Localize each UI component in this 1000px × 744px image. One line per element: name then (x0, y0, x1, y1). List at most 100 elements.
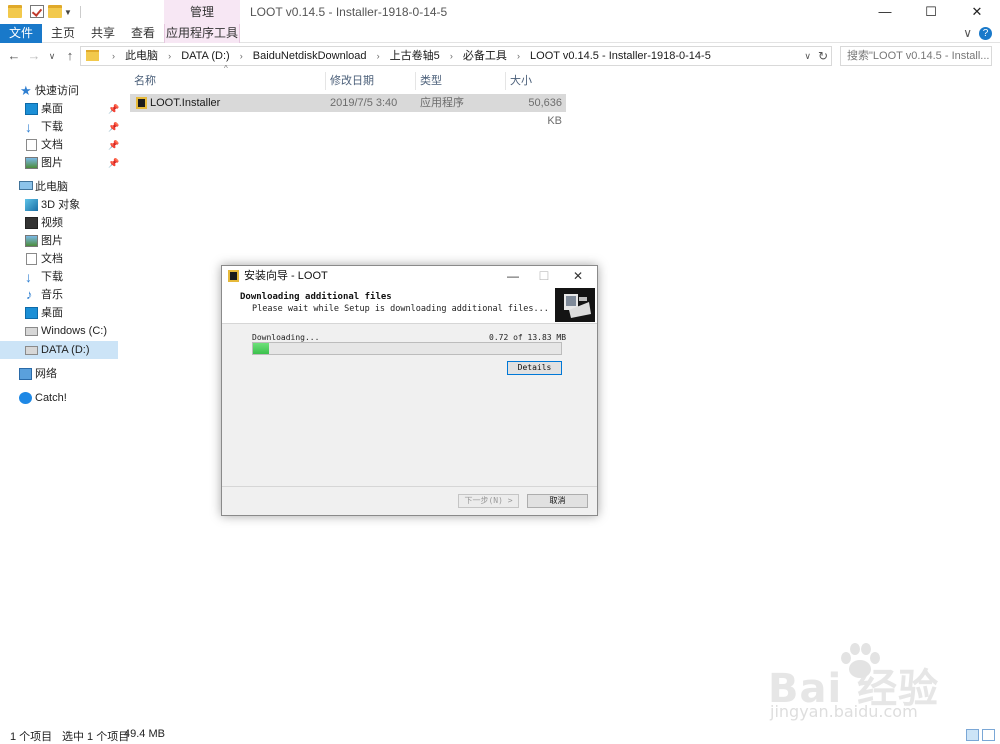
window-title: LOOT v0.14.5 - Installer-1918-0-14-5 (250, 5, 448, 19)
next-button[interactable]: 下一步(N) > (458, 494, 519, 508)
sidebar-item-downloads[interactable]: ↓ 下载 📌 (0, 118, 119, 136)
dialog-subheading: Please wait while Setup is downloading a… (252, 304, 549, 314)
properties-icon[interactable] (30, 5, 44, 18)
breadcrumb-item[interactable]: 必备工具 (463, 50, 507, 62)
cancel-button[interactable]: 取消 (527, 494, 588, 508)
drive-icon (25, 346, 38, 355)
pin-icon[interactable]: 📌 (108, 100, 119, 118)
sidebar-item-label: 快速访问 (35, 85, 79, 97)
column-header-date[interactable]: 修改日期 (326, 72, 416, 90)
column-header-name[interactable]: 名称 (130, 72, 326, 90)
pin-icon[interactable]: 📌 (108, 154, 119, 172)
sidebar-item-desktop[interactable]: 桌面 📌 (0, 100, 119, 118)
sidebar-item-documents-pc[interactable]: 文档 (0, 250, 118, 268)
refresh-icon[interactable]: ↻ (818, 47, 828, 65)
sidebar-item-videos[interactable]: 视频 (0, 214, 118, 232)
pin-icon[interactable]: 📌 (108, 136, 119, 154)
sidebar-item-label: 文档 (41, 139, 63, 151)
picture-icon (25, 157, 38, 169)
sidebar-item-pictures-pc[interactable]: 图片 (0, 232, 118, 250)
contextual-tab-group-manage: 管理 (164, 0, 240, 24)
breadcrumb-item[interactable]: BaiduNetdiskDownload (253, 50, 367, 62)
column-header-size[interactable]: 大小 (506, 72, 566, 90)
forward-button[interactable]: → (26, 47, 42, 65)
sidebar-item-label: 下载 (41, 121, 63, 133)
sidebar-item-network[interactable]: 网络 (0, 365, 118, 383)
dialog-close-button[interactable]: ✕ (563, 266, 593, 286)
customize-quick-access-icon[interactable]: ▼ (64, 8, 72, 17)
expand-ribbon-icon[interactable]: ∨ (963, 26, 972, 40)
dialog-header: Downloading additional files Please wait… (222, 286, 597, 324)
recent-locations-button[interactable]: ∨ (44, 47, 60, 65)
address-dropdown-icon[interactable]: ∨ (804, 47, 811, 65)
download-progress-fill (253, 343, 270, 354)
baidu-paw-icon (841, 643, 880, 678)
breadcrumb: › 此电脑 › DATA (D:) › BaiduNetdiskDownload… (105, 47, 711, 65)
video-icon (25, 217, 38, 229)
tab-application-tools[interactable]: 应用程序工具 (164, 24, 240, 43)
breadcrumb-item[interactable]: 此电脑 (125, 50, 158, 62)
tab-file[interactable]: 文件 (0, 24, 42, 43)
sidebar-item-label: DATA (D:) (41, 344, 90, 356)
sidebar-item-windows-c[interactable]: Windows (C:) (0, 322, 118, 340)
3d-objects-icon (25, 199, 38, 211)
network-icon (19, 368, 32, 380)
download-status: Downloading... (252, 333, 320, 342)
setup-wizard-dialog: 安装向导 - LOOT — ☐ ✕ Downloading additional… (221, 265, 598, 516)
setup-computer-icon (555, 288, 595, 322)
address-bar[interactable]: › 此电脑 › DATA (D:) › BaiduNetdiskDownload… (80, 46, 832, 66)
up-button[interactable]: ↑ (62, 47, 78, 65)
details-view-icon[interactable] (966, 729, 979, 741)
catch-icon (19, 392, 32, 404)
folder-icon (8, 5, 22, 18)
maximize-button[interactable]: ☐ (908, 0, 954, 24)
breadcrumb-item[interactable]: LOOT v0.14.5 - Installer-1918-0-14-5 (530, 50, 711, 62)
minimize-button[interactable]: — (862, 0, 908, 24)
breadcrumb-item[interactable]: 上古卷轴5 (390, 50, 440, 62)
back-button[interactable]: ← (6, 47, 22, 65)
new-folder-icon[interactable] (48, 5, 62, 18)
sidebar-item-label: 下载 (41, 271, 63, 283)
tab-share[interactable]: 共享 (88, 24, 118, 43)
sidebar-item-label: 视频 (41, 217, 63, 229)
sidebar-item-label: 桌面 (41, 103, 63, 115)
sidebar-item-data-d[interactable]: DATA (D:) (0, 341, 118, 359)
sidebar-item-3d-objects[interactable]: 3D 对象 (0, 196, 118, 214)
dialog-heading: Downloading additional files (240, 292, 392, 302)
file-name: LOOT.Installer (150, 97, 221, 109)
sidebar-item-catch[interactable]: Catch! (0, 389, 118, 407)
tab-view[interactable]: 查看 (128, 24, 158, 43)
sidebar-item-label: 文档 (41, 253, 63, 265)
large-icons-view-icon[interactable] (982, 729, 995, 741)
dialog-maximize-button[interactable]: ☐ (529, 266, 559, 286)
details-button[interactable]: Details (507, 361, 562, 375)
column-headers: 名称 修改日期 类型 大小 (130, 72, 566, 90)
tab-home[interactable]: 主页 (48, 24, 78, 43)
divider (222, 486, 597, 487)
sidebar-item-label: 图片 (41, 235, 63, 247)
sidebar-item-label: 图片 (41, 157, 63, 169)
dialog-minimize-button[interactable]: — (498, 266, 528, 286)
sidebar-item-documents[interactable]: 文档 📌 (0, 136, 119, 154)
sidebar-item-quick-access[interactable]: ★ 快速访问 (0, 82, 118, 100)
sidebar-item-pictures[interactable]: 图片 📌 (0, 154, 119, 172)
selected-size: 49.4 MB (124, 728, 165, 740)
help-icon[interactable]: ? (979, 27, 992, 40)
breadcrumb-item[interactable]: DATA (D:) (181, 50, 229, 62)
sidebar-item-label: Windows (C:) (41, 325, 108, 337)
status-bar: 1 个项目 选中 1 个项目 49.4 MB (0, 726, 1000, 744)
breadcrumb-separator: › (239, 51, 243, 61)
sidebar-item-label: Catch! (35, 392, 67, 404)
search-input[interactable]: 搜索"LOOT v0.14.5 - Install... (840, 46, 992, 66)
star-icon: ★ (20, 83, 32, 98)
desktop-icon (25, 103, 38, 115)
close-button[interactable]: ✕ (954, 0, 1000, 24)
sidebar-item-desktop-pc[interactable]: 桌面 (0, 304, 118, 322)
pin-icon[interactable]: 📌 (108, 118, 119, 136)
sidebar-item-downloads-pc[interactable]: ↓ 下载 (0, 268, 118, 286)
table-row[interactable]: LOOT.Installer 2019/7/5 3:40 应用程序 50,636… (130, 94, 566, 127)
column-header-type[interactable]: 类型 (416, 72, 506, 90)
document-icon (26, 253, 37, 265)
sidebar-item-this-pc[interactable]: 此电脑 (0, 178, 118, 196)
sidebar-item-music[interactable]: ♪ 音乐 (0, 286, 118, 304)
